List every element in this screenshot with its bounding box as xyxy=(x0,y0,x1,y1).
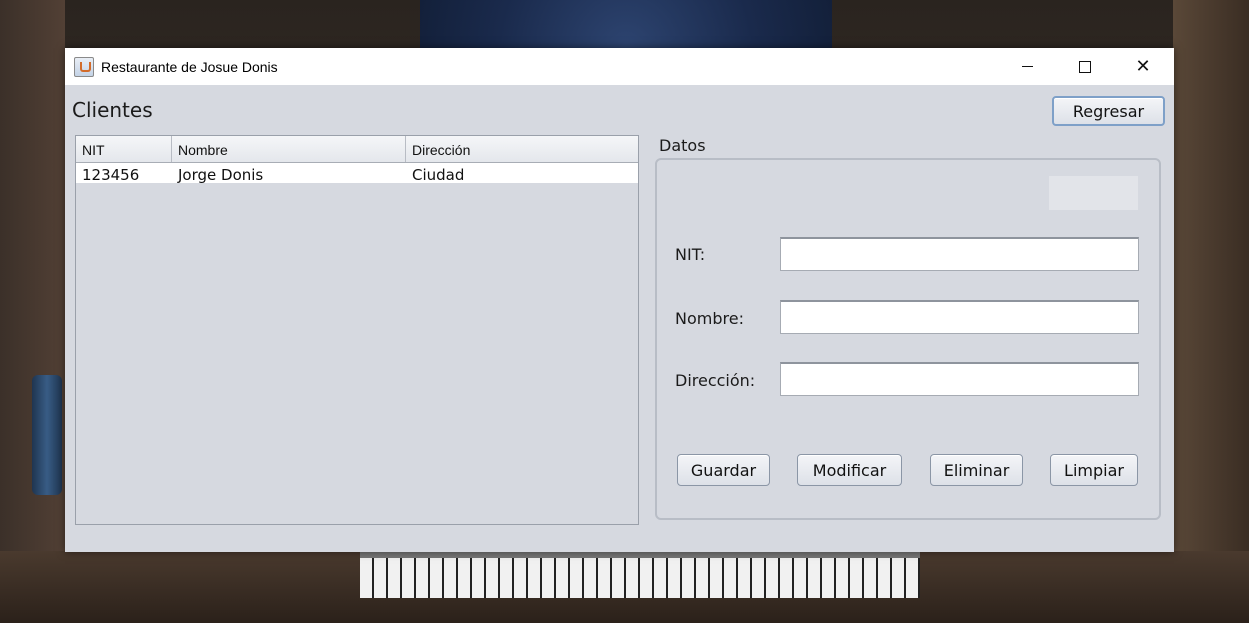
cell-direccion: Ciudad xyxy=(412,166,465,184)
nombre-field[interactable] xyxy=(780,300,1139,334)
window-title: Restaurante de Josue Donis xyxy=(101,58,278,75)
close-button[interactable]: ✕ xyxy=(1114,48,1172,85)
app-window: Restaurante de Josue Donis ✕ Clientes Re… xyxy=(65,48,1174,552)
column-header-nit[interactable]: NIT xyxy=(76,136,172,162)
column-header-direccion[interactable]: Dirección xyxy=(406,136,638,162)
save-button[interactable]: Guardar xyxy=(677,454,770,486)
close-icon: ✕ xyxy=(1135,55,1151,77)
title-bar[interactable]: Restaurante de Josue Donis ✕ xyxy=(65,48,1174,85)
table-row[interactable]: 123456 Jorge Donis Ciudad xyxy=(76,163,638,184)
desktop-background-bottle xyxy=(32,375,62,495)
page-title: Clientes xyxy=(72,98,153,122)
id-display xyxy=(1049,176,1138,210)
nombre-label: Nombre: xyxy=(675,309,744,328)
back-button[interactable]: Regresar xyxy=(1052,96,1165,126)
maximize-button[interactable] xyxy=(1056,48,1114,85)
modify-button[interactable]: Modificar xyxy=(797,454,902,486)
cell-nombre: Jorge Donis xyxy=(178,166,264,184)
table-header: NIT Nombre Dirección xyxy=(76,136,638,163)
form-group-label: Datos xyxy=(659,136,706,155)
cell-nit: 123456 xyxy=(82,166,140,184)
direccion-label: Dirección: xyxy=(675,371,756,390)
minimize-icon xyxy=(1021,66,1033,67)
clear-button[interactable]: Limpiar xyxy=(1050,454,1138,486)
minimize-button[interactable] xyxy=(998,48,1056,85)
desktop-background-left xyxy=(0,0,65,623)
direccion-field[interactable] xyxy=(780,362,1139,396)
maximize-icon xyxy=(1079,60,1091,73)
column-header-nombre[interactable]: Nombre xyxy=(172,136,406,162)
nit-field[interactable] xyxy=(780,237,1139,271)
clients-table[interactable]: NIT Nombre Dirección 123456 Jorge Donis … xyxy=(75,135,639,525)
desktop-background-poster xyxy=(420,0,832,48)
delete-button[interactable]: Eliminar xyxy=(930,454,1023,486)
desktop-background-right xyxy=(1173,0,1249,623)
desktop-background-keyboard xyxy=(360,552,920,598)
nit-label: NIT: xyxy=(675,245,706,264)
java-app-icon xyxy=(74,56,94,77)
